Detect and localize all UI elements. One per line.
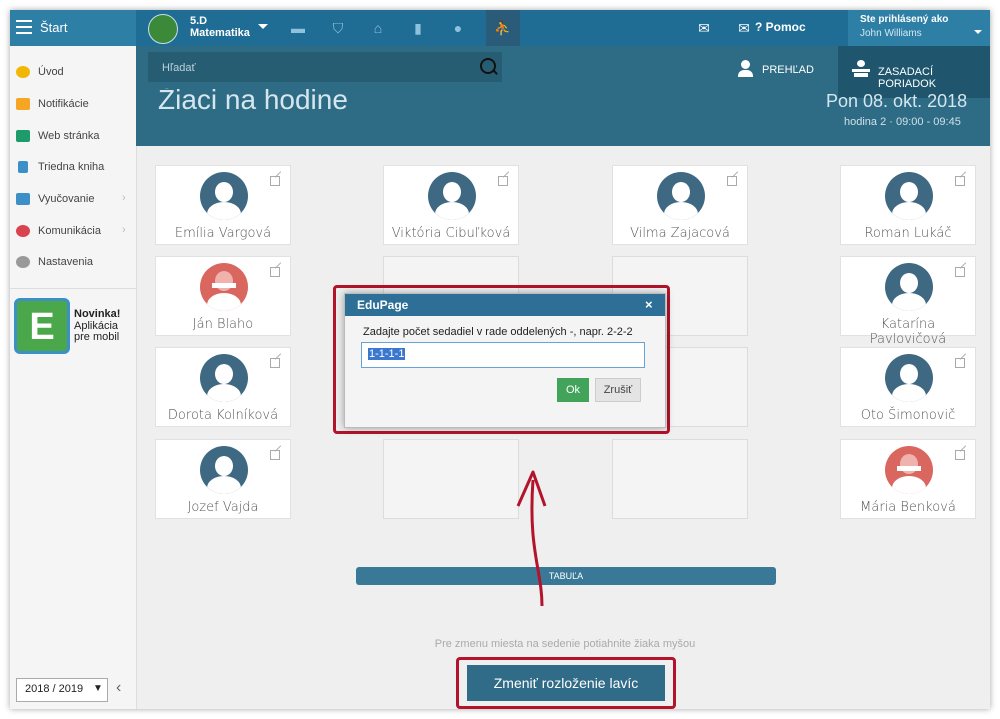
dialog-message: Zadajte počet sedadiel v rade oddelených… bbox=[363, 326, 633, 338]
cancel-button[interactable]: Zrušiť bbox=[595, 378, 641, 402]
edupage-dialog: EduPage × Zadajte počet sedadiel v rade … bbox=[344, 293, 666, 428]
input-value: 1-1-1-1 bbox=[368, 348, 406, 360]
seats-per-row-input[interactable]: 1-1-1-1 bbox=[361, 342, 645, 368]
dialog-header: EduPage × bbox=[345, 294, 665, 316]
ok-button[interactable]: Ok bbox=[557, 378, 589, 402]
app-window: Štart 5.D Matematika ▬ ⛉ ⌂ ▮ ● ⛹ ✉ ✉ ? P… bbox=[10, 10, 990, 709]
dialog-title: EduPage bbox=[357, 298, 409, 312]
close-icon[interactable]: × bbox=[645, 297, 653, 312]
